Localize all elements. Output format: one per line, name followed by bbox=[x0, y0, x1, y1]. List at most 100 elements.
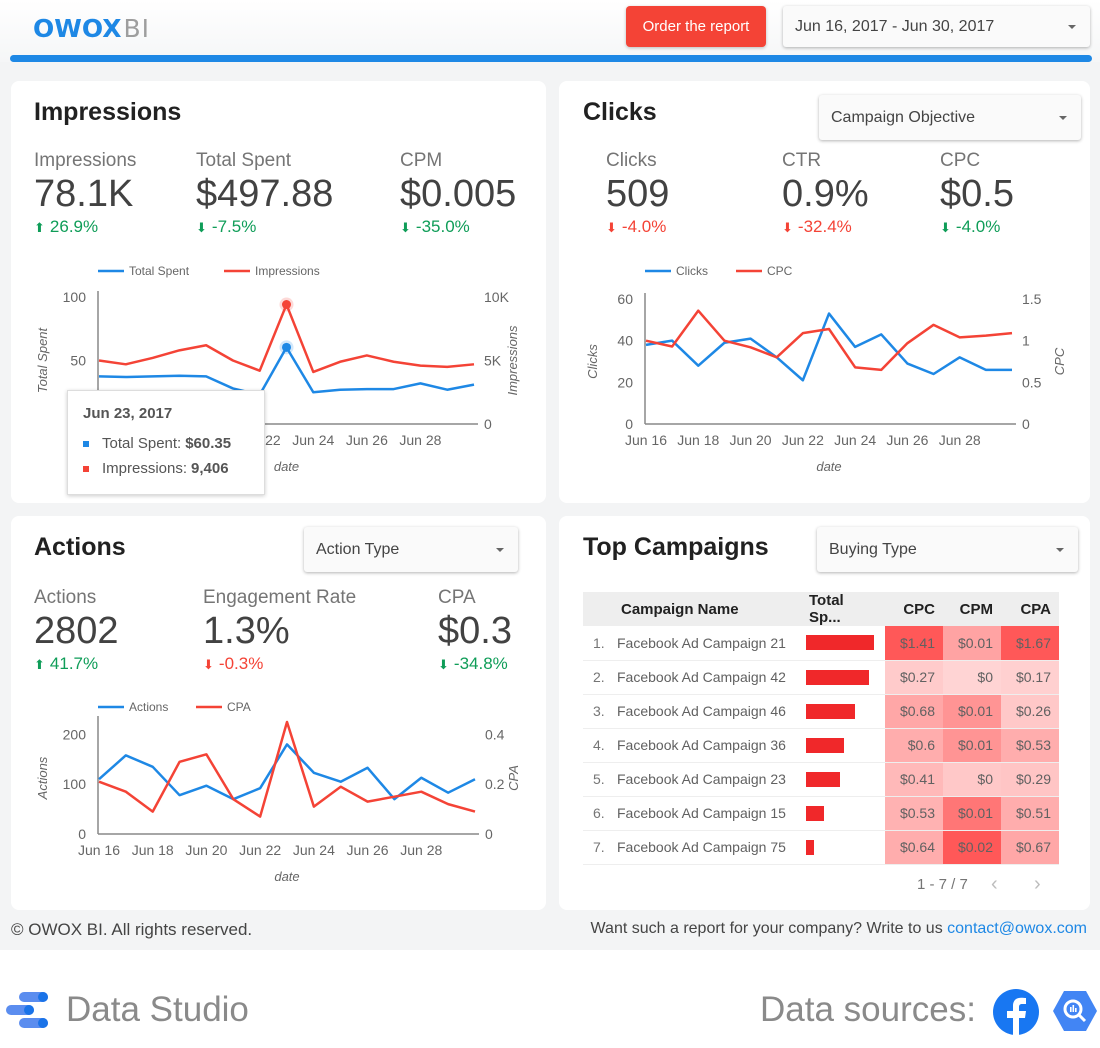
x-tick-label: Jun 28 bbox=[399, 432, 441, 448]
x-tick-label: Jun 28 bbox=[939, 432, 981, 448]
kpi-value: $0.005 bbox=[400, 173, 517, 215]
date-range-picker[interactable]: Jun 16, 2017 - Jun 30, 2017 bbox=[783, 6, 1090, 47]
x-tick-label: Jun 16 bbox=[78, 842, 120, 858]
data-sources-label: Data sources: bbox=[760, 990, 976, 1029]
kpi-ctr: CTR 0.9% ⬇ -32.4% bbox=[782, 150, 869, 237]
highlight-point bbox=[282, 342, 291, 352]
action-type-filter[interactable]: Action Type bbox=[304, 527, 518, 572]
total-spent-bar-cell bbox=[801, 762, 885, 797]
order-report-button[interactable]: Order the report bbox=[626, 6, 766, 47]
x-axis-title: date bbox=[816, 459, 841, 474]
y2-tick-label: 0.4 bbox=[485, 726, 505, 742]
table-header-row: Campaign Name Total Sp... CPC CPM CPA bbox=[583, 592, 1059, 626]
arrow-down-icon: ⬇ bbox=[438, 657, 449, 672]
kpi-value: 509 bbox=[606, 173, 670, 215]
cpc-cell: $0.6 bbox=[885, 728, 943, 763]
actions-chart[interactable]: Actions CPA 0 100 200 0 0.2 0.4 Actions CPA Jun 16… bbox=[11, 692, 546, 892]
y-axis-title: Actions bbox=[35, 756, 50, 800]
table-row[interactable]: 1. Facebook Ad Campaign 21 $1.41 $0.01 $1.67 bbox=[583, 626, 1059, 661]
contact-email-link[interactable]: contact@owox.com bbox=[947, 920, 1087, 937]
chevron-down-icon bbox=[1056, 547, 1064, 552]
table-row[interactable]: 5. Facebook Ad Campaign 23 $0.41 $0 $0.29 bbox=[583, 762, 1059, 797]
kpi-cpa: CPA $0.3 ⬇ -34.8% bbox=[438, 587, 512, 674]
cpc-cell: $1.41 bbox=[885, 626, 943, 661]
x-tick-label: Jun 20 bbox=[730, 432, 772, 448]
x-axis-title: date bbox=[274, 869, 299, 884]
y2-tick-label: 5K bbox=[484, 353, 502, 369]
table-row[interactable]: 2. Facebook Ad Campaign 42 $0.27 $0 $0.17 bbox=[583, 660, 1059, 695]
y2-tick-label: 10K bbox=[484, 289, 510, 305]
x-tick-label: Jun 26 bbox=[346, 432, 388, 448]
total-spent-bar-cell bbox=[801, 626, 885, 661]
chevron-down-icon bbox=[496, 547, 504, 552]
cpa-cell: $0.51 bbox=[1001, 796, 1059, 831]
table-row[interactable]: 7. Facebook Ad Campaign 75 $0.64 $0.02 $0.67 bbox=[583, 830, 1059, 865]
filter-label: Campaign Objective bbox=[831, 108, 976, 126]
buying-type-filter[interactable]: Buying Type bbox=[817, 527, 1078, 572]
x-tick-label: Jun 24 bbox=[834, 432, 876, 448]
owox-bi-logo: OWOXBI bbox=[33, 12, 150, 44]
kpi-label: CPA bbox=[438, 587, 476, 608]
x-tick-label: Jun 20 bbox=[185, 842, 227, 858]
pagination-info: 1 - 7 / 7 bbox=[917, 876, 968, 893]
cpa-cell: $0.29 bbox=[1001, 762, 1059, 797]
top-campaigns-title: Top Campaigns bbox=[583, 533, 769, 561]
total-spent-bar bbox=[806, 635, 874, 651]
campaign-name: Facebook Ad Campaign 23 bbox=[613, 762, 801, 797]
x-tick-label: Jun 16 bbox=[625, 432, 667, 448]
cpa-cell: $0.26 bbox=[1001, 694, 1059, 729]
arrow-down-icon: ⬇ bbox=[203, 657, 214, 672]
total-spent-bar-cell bbox=[801, 728, 885, 763]
total-spent-bar bbox=[806, 703, 855, 719]
column-header-cpa[interactable]: CPA bbox=[1001, 592, 1059, 626]
column-header-campaign-name[interactable]: Campaign Name bbox=[613, 592, 801, 626]
campaigns-table: Campaign Name Total Sp... CPC CPM CPA 1.… bbox=[583, 592, 1059, 865]
chart-tooltip: Jun 23, 2017 Total Spent: $60.35 Impressi… bbox=[67, 390, 265, 495]
column-header-cpm[interactable]: CPM bbox=[943, 592, 1001, 626]
arrow-down-icon: ⬇ bbox=[940, 220, 951, 235]
y2-tick-label: 0 bbox=[1022, 416, 1030, 432]
tooltip-date: Jun 23, 2017 bbox=[83, 405, 173, 422]
total-spent-bar-cell bbox=[801, 830, 885, 865]
next-page-icon[interactable]: › bbox=[1034, 873, 1041, 896]
total-spent-bar bbox=[806, 805, 824, 821]
campaign-name: Facebook Ad Campaign 42 bbox=[613, 660, 801, 695]
column-header-total-spent[interactable]: Total Sp... bbox=[801, 592, 885, 626]
row-rank: 5. bbox=[583, 762, 613, 797]
kpi-change: ⬇ -4.0% bbox=[606, 217, 667, 236]
kpi-change: ⬇ -35.0% bbox=[400, 217, 470, 236]
cpm-cell: $0 bbox=[943, 762, 1001, 797]
cpc-cell: $0.27 bbox=[885, 660, 943, 695]
bigquery-icon bbox=[1052, 988, 1098, 1039]
y-tick-label: 200 bbox=[63, 726, 87, 742]
table-row[interactable]: 4. Facebook Ad Campaign 36 $0.6 $0.01 $0.53 bbox=[583, 728, 1059, 763]
x-axis-title: date bbox=[274, 459, 299, 474]
kpi-value: 2802 bbox=[34, 610, 119, 652]
cpa-cell: $0.17 bbox=[1001, 660, 1059, 695]
arrow-up-icon: ⬆ bbox=[34, 657, 45, 672]
table-row[interactable]: 3. Facebook Ad Campaign 46 $0.68 $0.01 $0.26 bbox=[583, 694, 1059, 729]
row-rank: 7. bbox=[583, 830, 613, 865]
column-header-cpc[interactable]: CPC bbox=[885, 592, 943, 626]
cpc-cell: $0.53 bbox=[885, 796, 943, 831]
x-tick-label: Jun 18 bbox=[132, 842, 174, 858]
clicks-chart[interactable]: Clicks CPC 0 20 40 60 0 0.5 1 1.5 Clicks CPC Jun 16 J… bbox=[559, 255, 1090, 485]
arrow-down-icon: ⬇ bbox=[400, 220, 411, 235]
y-tick-label: 50 bbox=[70, 353, 86, 369]
table-row[interactable]: 6. Facebook Ad Campaign 15 $0.53 $0.01 $0.51 bbox=[583, 796, 1059, 831]
y-tick-label: 0 bbox=[78, 826, 86, 842]
arrow-down-icon: ⬇ bbox=[606, 220, 617, 235]
highlight-point bbox=[282, 300, 291, 310]
series-line-impressions bbox=[98, 303, 475, 374]
campaign-objective-filter[interactable]: Campaign Objective bbox=[819, 95, 1081, 140]
rank-header bbox=[583, 592, 613, 626]
kpi-change: ⬆ 26.9% bbox=[34, 217, 99, 236]
legend-label: Actions bbox=[129, 700, 168, 714]
tooltip-row-total-spent: Total Spent: $60.35 bbox=[83, 435, 264, 452]
series-line-clicks bbox=[645, 312, 1012, 382]
series-swatch bbox=[83, 465, 89, 472]
series-line-cpc bbox=[645, 309, 1013, 372]
y-tick-label: 0 bbox=[625, 416, 633, 432]
legend-label: Impressions bbox=[255, 264, 320, 278]
prev-page-icon[interactable]: ‹ bbox=[991, 873, 998, 896]
